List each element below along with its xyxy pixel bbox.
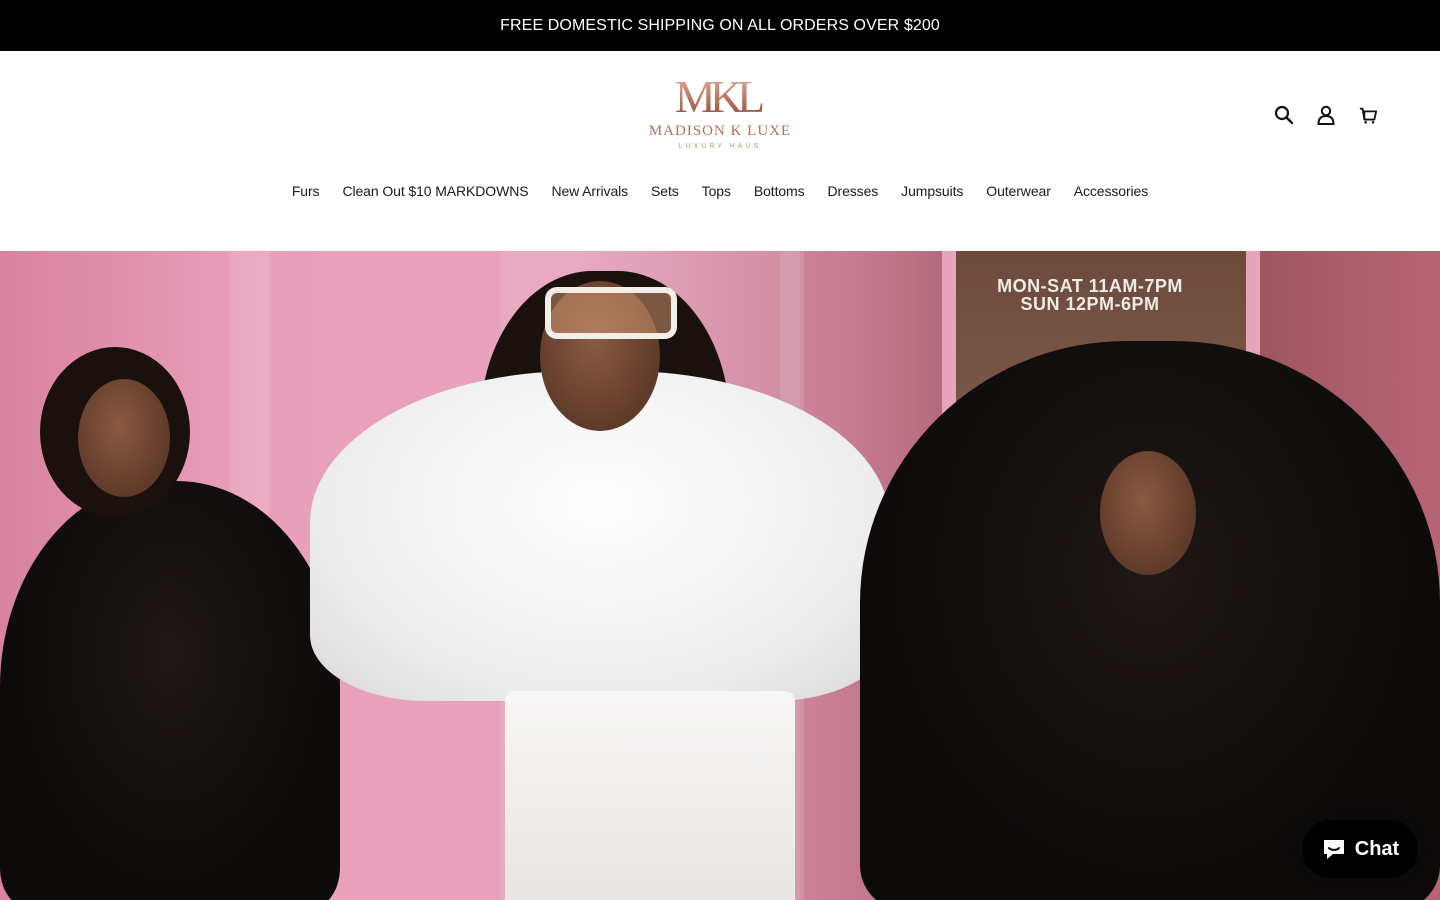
model-right-black-fur: [860, 341, 1440, 900]
store-hours-line-1: MON-SAT 11AM-7PM: [997, 276, 1183, 296]
store-logo[interactable]: MKL MADISON K LUXE LUXURY HAUS: [640, 73, 800, 159]
store-hours-sign: MON-SAT 11AM-7PM SUN 12PM-6PM: [960, 277, 1220, 313]
chat-label: Chat: [1354, 837, 1400, 860]
main-navigation: Furs Clean Out $10 MARKDOWNS New Arrival…: [0, 179, 1440, 203]
nav-item-dresses[interactable]: Dresses: [816, 183, 890, 199]
chat-bubble-icon: [1323, 840, 1344, 859]
account-icon[interactable]: [1316, 103, 1336, 127]
search-icon[interactable]: [1274, 103, 1294, 127]
nav-item-tops[interactable]: Tops: [690, 183, 742, 199]
announcement-text: FREE DOMESTIC SHIPPING ON ALL ORDERS OVE…: [500, 16, 940, 34]
nav-item-accessories[interactable]: Accessories: [1062, 183, 1159, 199]
nav-item-furs[interactable]: Furs: [280, 183, 331, 199]
cart-icon[interactable]: [1358, 103, 1378, 127]
nav-item-outerwear[interactable]: Outerwear: [975, 183, 1062, 199]
nav-item-new-arrivals[interactable]: New Arrivals: [540, 183, 640, 199]
nav-item-sets[interactable]: Sets: [640, 183, 691, 199]
nav-item-bottoms[interactable]: Bottoms: [742, 183, 816, 199]
model-center-sunglasses: [545, 287, 677, 339]
logo-monogram: MKL: [675, 73, 765, 121]
header-icons: [1274, 103, 1378, 127]
model-left-face: [78, 379, 170, 497]
model-left-black-coat: [0, 481, 340, 900]
model-right-face: [1100, 451, 1196, 575]
site-header: MKL MADISON K LUXE LUXURY HAUS Furs Clea…: [0, 51, 1440, 251]
hero-banner-image: MON-SAT 11AM-7PM SUN 12PM-6PM: [0, 251, 1440, 900]
nav-item-jumpsuits[interactable]: Jumpsuits: [890, 183, 975, 199]
store-hours-line-2: SUN 12PM-6PM: [1020, 294, 1160, 314]
nav-item-clean-out[interactable]: Clean Out $10 MARKDOWNS: [331, 183, 540, 199]
logo-name: MADISON K LUXE: [648, 123, 792, 139]
announcement-bar: FREE DOMESTIC SHIPPING ON ALL ORDERS OVE…: [0, 0, 1440, 51]
model-center-white-skirt: [505, 691, 795, 900]
logo-tagline: LUXURY HAUS: [678, 143, 762, 150]
chat-button[interactable]: Chat: [1302, 820, 1418, 878]
